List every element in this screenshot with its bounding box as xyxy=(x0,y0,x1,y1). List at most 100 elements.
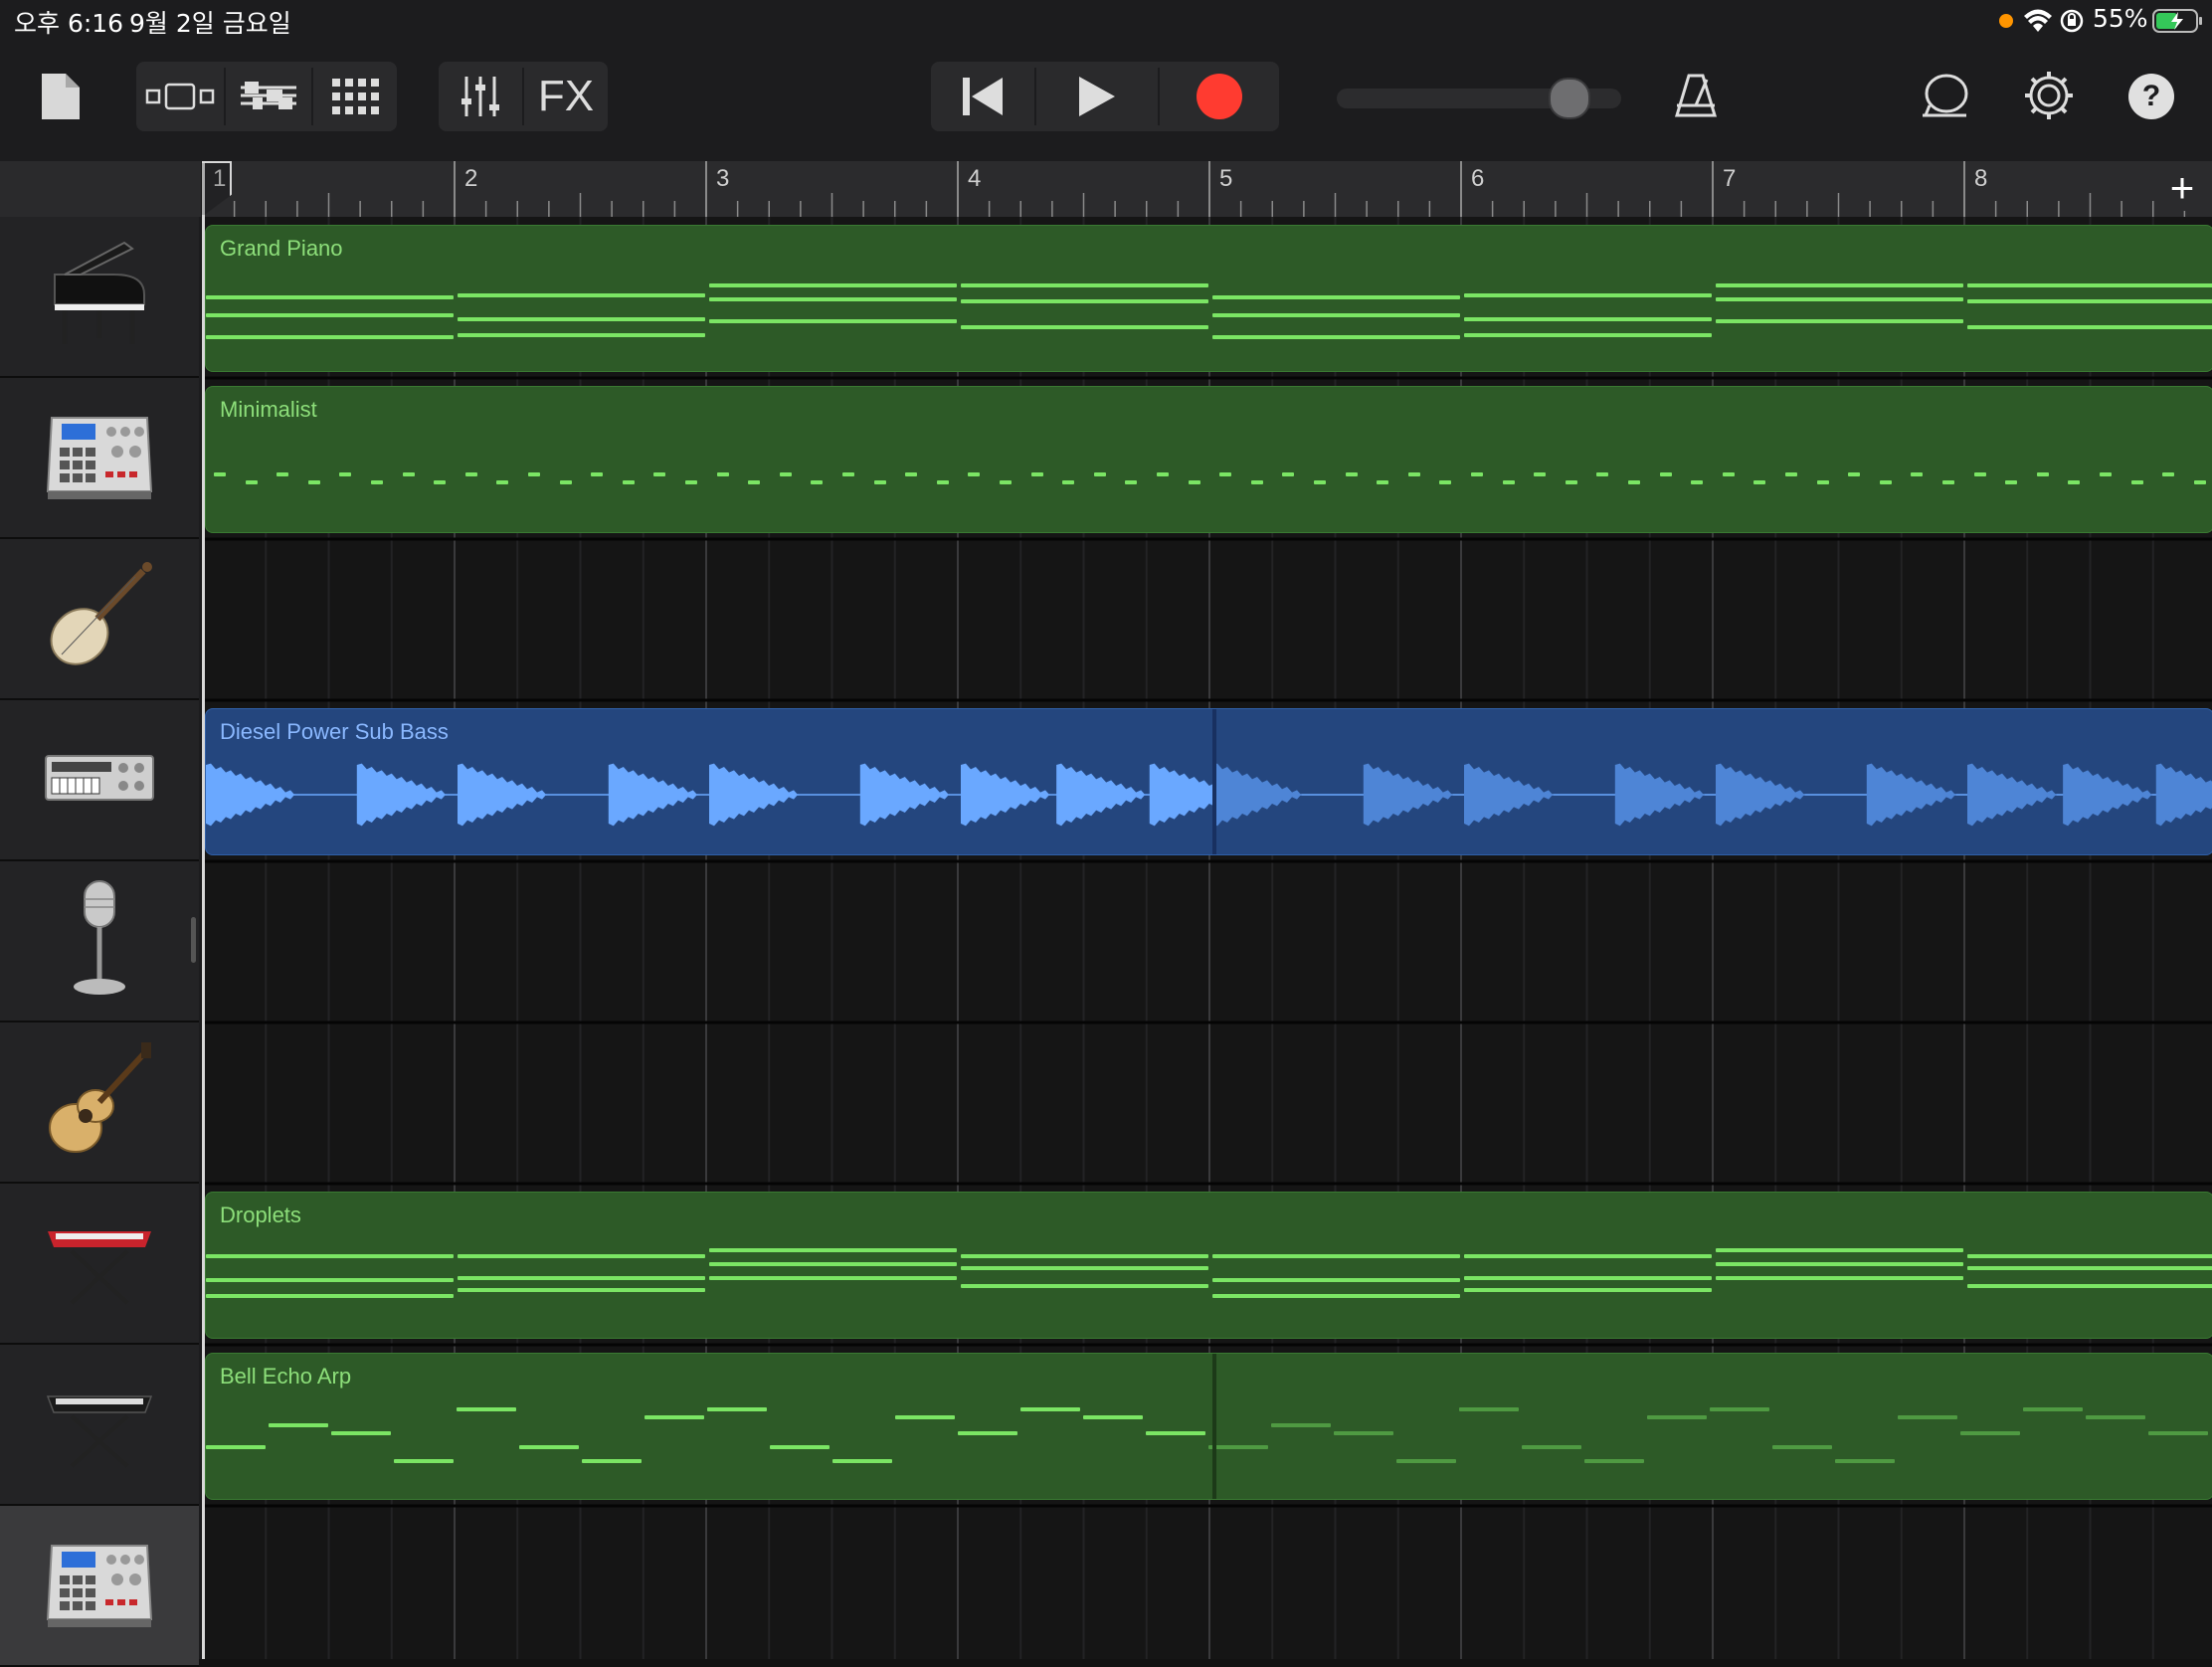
track-header-bass-synth[interactable] xyxy=(0,700,199,861)
track-lane[interactable]: Diesel Power Sub Bass xyxy=(203,700,2212,861)
track-header-microphone[interactable] xyxy=(0,861,199,1022)
track-region[interactable]: Grand Piano xyxy=(205,225,2212,372)
track-region[interactable]: Diesel Power Sub Bass xyxy=(205,708,2212,855)
midi-note xyxy=(458,333,705,337)
midi-note xyxy=(1785,472,1797,476)
metronome-button[interactable] xyxy=(1673,72,1719,124)
midi-note xyxy=(1282,472,1295,476)
grid-view-button[interactable] xyxy=(313,62,397,131)
track-header-black-keyboard[interactable] xyxy=(0,1345,199,1506)
midi-note xyxy=(519,1445,579,1449)
midi-note xyxy=(1722,472,1735,476)
midi-note xyxy=(779,472,792,476)
track-header-pipa[interactable] xyxy=(0,539,199,700)
toolbar: FX ? xyxy=(0,44,2212,161)
track-lane[interactable] xyxy=(203,861,2212,1022)
track-region[interactable]: Bell Echo Arp xyxy=(205,1353,2212,1500)
track-lane[interactable]: Bell Echo Arp xyxy=(203,1345,2212,1506)
mixer-icon xyxy=(461,77,499,116)
tracks-area[interactable]: Grand Piano Minimalist Diesel Power Sub Ba… xyxy=(203,217,2212,1659)
bass-synth-icon xyxy=(42,748,157,813)
slider-knob[interactable] xyxy=(1548,78,1590,119)
midi-note xyxy=(811,480,824,484)
midi-note xyxy=(1345,472,1358,476)
midi-note xyxy=(206,1445,266,1449)
loop-browser-button[interactable] xyxy=(226,62,311,131)
midi-note xyxy=(842,472,854,476)
region-split xyxy=(1212,1354,1216,1499)
midi-note xyxy=(206,1254,454,1258)
midi-note xyxy=(458,1288,705,1292)
record-button[interactable] xyxy=(1160,62,1279,131)
mixer-button[interactable] xyxy=(439,62,522,131)
master-volume-slider[interactable] xyxy=(1337,78,1621,119)
track-lane[interactable] xyxy=(203,539,2212,700)
track-header-red-keyboard[interactable] xyxy=(0,1184,199,1345)
play-button[interactable] xyxy=(1036,62,1158,131)
track-lane[interactable] xyxy=(203,1506,2212,1659)
track-header-drum-machine[interactable] xyxy=(0,1506,199,1667)
track-lane[interactable]: Droplets xyxy=(203,1184,2212,1345)
midi-note xyxy=(464,472,477,476)
midi-note xyxy=(961,283,1208,287)
track-view-button[interactable] xyxy=(136,62,224,131)
midi-note xyxy=(1596,472,1609,476)
midi-note xyxy=(645,1415,704,1419)
wifi-icon xyxy=(2023,8,2053,39)
track-region[interactable]: Droplets xyxy=(205,1192,2212,1339)
settings-icon xyxy=(2025,72,2073,119)
status-date: 9월 2일 금요일 xyxy=(129,9,291,38)
midi-note xyxy=(1125,480,1138,484)
midi-note xyxy=(936,480,949,484)
ruler-bar-label: 5 xyxy=(1219,165,1233,192)
track-lane[interactable] xyxy=(203,1022,2212,1184)
fx-button[interactable]: FX xyxy=(524,62,608,131)
waveform-hit xyxy=(1464,763,1554,827)
midi-note xyxy=(709,1262,957,1266)
midi-note xyxy=(2100,472,2112,476)
midi-note xyxy=(961,1254,1208,1258)
midi-note xyxy=(1716,1276,1963,1280)
pipa-icon xyxy=(40,557,159,681)
midi-note xyxy=(1898,1415,1957,1419)
midi-note xyxy=(458,1254,705,1258)
region-name: Bell Echo Arp xyxy=(220,1364,352,1389)
document-button[interactable] xyxy=(40,72,82,126)
midi-note xyxy=(276,472,289,476)
timeline-ruler[interactable]: 12345678 + xyxy=(203,161,2212,217)
settings-button[interactable] xyxy=(2023,70,2075,126)
waveform-hit xyxy=(709,763,799,827)
help-button[interactable]: ? xyxy=(2128,74,2174,119)
rewind-button[interactable] xyxy=(931,62,1034,131)
midi-note xyxy=(1816,480,1829,484)
midi-note xyxy=(2162,472,2175,476)
track-lane[interactable]: Grand Piano xyxy=(203,217,2212,378)
track-region[interactable]: Minimalist xyxy=(205,386,2212,533)
midi-note xyxy=(1271,1423,1331,1427)
midi-note xyxy=(1212,1278,1460,1282)
region-name: Minimalist xyxy=(220,397,317,422)
midi-note xyxy=(559,480,572,484)
playhead[interactable] xyxy=(202,161,205,1659)
resize-handle[interactable] xyxy=(191,917,196,963)
track-lane[interactable]: Minimalist xyxy=(203,378,2212,539)
fx-label: FX xyxy=(537,72,595,120)
add-section-button[interactable]: + xyxy=(2162,164,2202,211)
region-name: Droplets xyxy=(220,1203,301,1227)
midi-note xyxy=(496,480,509,484)
track-header-drum-machine[interactable] xyxy=(0,378,199,539)
midi-note xyxy=(1208,1445,1268,1449)
midi-note xyxy=(245,480,258,484)
metronome-icon xyxy=(1674,74,1718,117)
chat-button[interactable] xyxy=(1920,72,1969,126)
midi-note xyxy=(206,313,454,317)
waveform-hit xyxy=(1716,763,1805,827)
midi-note xyxy=(1659,472,1672,476)
track-header-acoustic-guitar[interactable] xyxy=(0,1022,199,1184)
midi-note xyxy=(716,472,729,476)
track-header-grand-piano[interactable] xyxy=(0,217,199,378)
midi-note xyxy=(1691,480,1704,484)
midi-note xyxy=(1967,1266,2212,1270)
waveform-hit xyxy=(206,763,295,827)
midi-note xyxy=(2023,1407,2083,1411)
